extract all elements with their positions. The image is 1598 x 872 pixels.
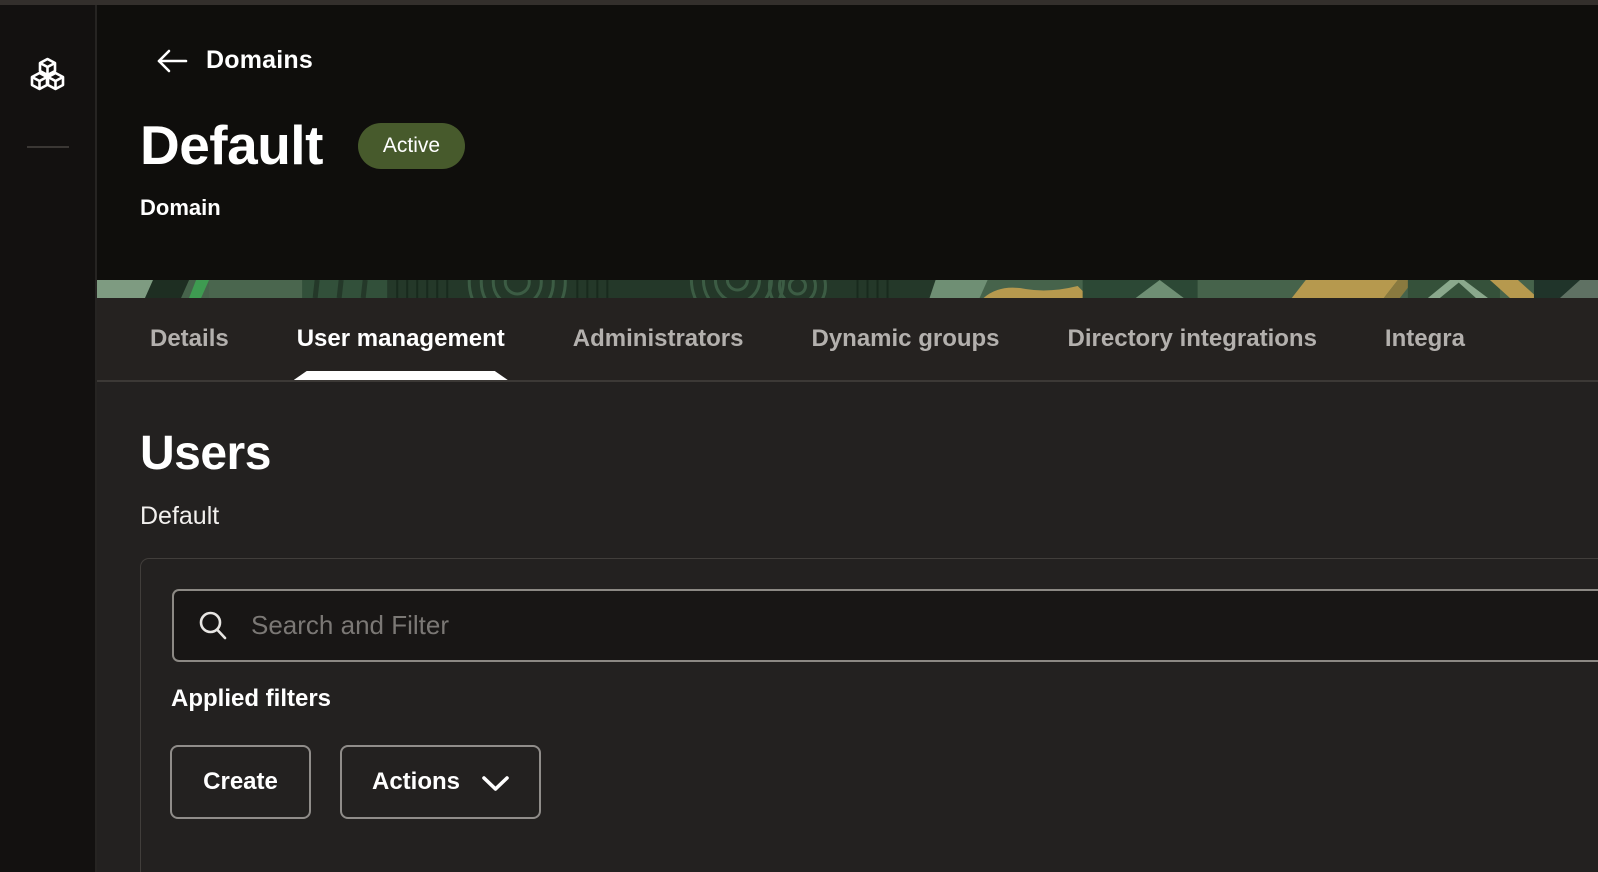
- tab-administrators[interactable]: Administrators: [570, 298, 747, 380]
- tab-details[interactable]: Details: [147, 298, 232, 380]
- page-header: Domains Default Active Domain: [97, 5, 1598, 280]
- title-row: Default Active: [140, 118, 1598, 173]
- tab-integrated-applications[interactable]: Integra: [1382, 298, 1468, 380]
- applied-filters-label: Applied filters: [171, 685, 332, 712]
- back-arrow-icon: [157, 49, 188, 72]
- actions-button-label: Actions: [371, 768, 460, 795]
- decorative-banner: [97, 280, 1598, 298]
- search-icon: [199, 611, 227, 640]
- body-row: Domains Default Active Domain Details Us…: [0, 5, 1598, 872]
- create-button[interactable]: Create: [170, 745, 311, 819]
- cubes-icon[interactable]: [29, 56, 66, 96]
- button-row: Create Actions: [170, 745, 1598, 819]
- tab-bar: Details User management Administrators D…: [97, 298, 1598, 382]
- tab-user-management[interactable]: User management: [294, 298, 508, 380]
- search-and-filter-box[interactable]: [172, 589, 1598, 662]
- main-column: Domains Default Active Domain Details Us…: [97, 5, 1598, 872]
- section-title: Users: [140, 427, 271, 480]
- status-badge: Active: [357, 122, 466, 169]
- banner-art: [97, 280, 1598, 298]
- left-rail: [0, 5, 97, 872]
- breadcrumb-label[interactable]: Domains: [206, 46, 313, 75]
- tab-dynamic-groups[interactable]: Dynamic groups: [808, 298, 1002, 380]
- search-input[interactable]: [251, 591, 1598, 660]
- users-list-card: Applied filters Create Actions: [140, 558, 1598, 872]
- actions-button[interactable]: Actions: [340, 745, 541, 819]
- tab-directory-integrations[interactable]: Directory integrations: [1065, 298, 1320, 380]
- page-title: Default: [140, 114, 323, 176]
- oci-console-page: Domains Default Active Domain Details Us…: [0, 0, 1598, 872]
- users-section: Users Default Applied filters: [97, 382, 1598, 872]
- breadcrumb[interactable]: Domains: [156, 46, 313, 75]
- resource-type-label: Domain: [140, 195, 221, 220]
- chevron-down-icon: [482, 775, 509, 791]
- section-subtitle: Default: [140, 502, 220, 530]
- rail-divider: [26, 146, 69, 148]
